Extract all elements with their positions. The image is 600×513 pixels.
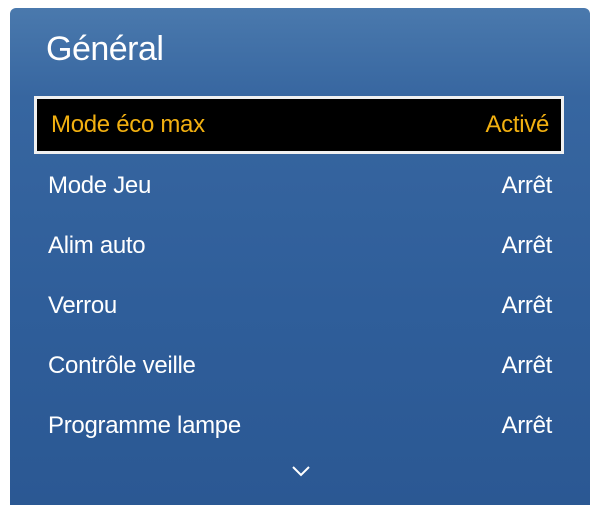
menu-item-label: Verrou: [48, 292, 117, 319]
menu-item-value: Arrêt: [501, 292, 552, 319]
menu-item-controle-veille[interactable]: Contrôle veille Arrêt: [34, 336, 564, 396]
menu-item-mode-eco-max[interactable]: Mode éco max Activé: [34, 96, 564, 154]
menu-item-label: Alim auto: [48, 232, 146, 259]
menu-title: Général: [46, 30, 164, 68]
menu-item-verrou[interactable]: Verrou Arrêt: [34, 276, 564, 336]
menu-item-value: Arrêt: [501, 172, 552, 199]
menu-item-value: Arrêt: [501, 412, 552, 439]
menu-item-label: Programme lampe: [48, 412, 241, 439]
settings-list: Mode éco max Activé Mode Jeu Arrêt Alim …: [34, 96, 564, 456]
menu-item-label: Mode Jeu: [48, 172, 151, 199]
general-menu-panel: Général Mode éco max Activé Mode Jeu Arr…: [10, 8, 590, 505]
menu-item-programme-lampe[interactable]: Programme lampe Arrêt: [34, 396, 564, 456]
menu-item-alim-auto[interactable]: Alim auto Arrêt: [34, 216, 564, 276]
menu-item-value: Activé: [485, 111, 549, 138]
menu-item-label: Mode éco max: [51, 111, 205, 138]
menu-item-mode-jeu[interactable]: Mode Jeu Arrêt: [34, 156, 564, 216]
menu-item-label: Contrôle veille: [48, 352, 196, 379]
menu-item-value: Arrêt: [501, 232, 552, 259]
chevron-down-icon[interactable]: [290, 463, 312, 479]
menu-item-value: Arrêt: [501, 352, 552, 379]
